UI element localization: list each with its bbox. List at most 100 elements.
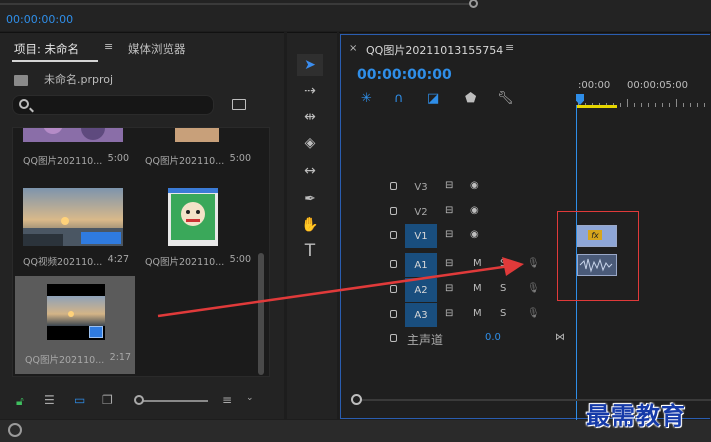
track-name[interactable]: A2 (405, 278, 437, 302)
sync-lock-icon[interactable]: ⊟ (445, 283, 453, 294)
clip-name: QQ图片202110... (145, 257, 225, 268)
ruler-tick (676, 99, 677, 107)
thumbnail-image (23, 128, 123, 142)
panel-menu-icon[interactable]: ≡ (104, 40, 113, 53)
clip-card-selected[interactable]: QQ图片202110... 2:17 (15, 276, 135, 374)
lock-icon[interactable] (390, 310, 397, 318)
track-name[interactable]: V1 (405, 224, 437, 248)
nest-icon[interactable]: ✳ (361, 91, 372, 106)
track-name[interactable]: V2 (405, 200, 437, 224)
source-timecode[interactable]: 00:00:00:00 (6, 13, 73, 26)
pen-tool-icon[interactable]: ✒ (297, 188, 323, 210)
selection-tool-icon[interactable]: ➤ (297, 54, 323, 76)
ruler-tick (634, 103, 635, 107)
master-label: 主声道 (407, 332, 444, 347)
panel-menu-icon[interactable]: ≡ (505, 41, 514, 54)
clip-card[interactable]: QQ图片202110... 5:00 (135, 188, 255, 274)
icon-view-icon[interactable]: ▭ (74, 393, 85, 407)
sync-lock-icon[interactable]: ⊟ (445, 258, 453, 269)
lock-icon[interactable] (390, 207, 397, 215)
bin-scrollbar[interactable] (258, 253, 264, 375)
track-name[interactable]: A1 (405, 253, 437, 277)
sync-lock-icon[interactable]: ⊟ (445, 205, 453, 216)
zoom-slider-knob[interactable] (134, 395, 144, 405)
track-name[interactable]: V3 (405, 175, 437, 199)
freeform-view-icon[interactable]: ❐ (102, 393, 113, 407)
zoom-slider[interactable] (140, 400, 208, 402)
lock-icon[interactable] (390, 285, 397, 293)
lock-icon[interactable] (390, 334, 397, 342)
track-row-a2: A2 ⊟ M S 🎙︎ (339, 278, 711, 302)
solo-button[interactable]: S (500, 258, 506, 269)
clip-duration: 5:00 (229, 254, 251, 265)
ruler-label: :00:00 (578, 80, 611, 91)
tab-project[interactable]: 项目: 未命名 (14, 41, 79, 57)
project-panel: 项目: 未命名 ≡ 媒体浏览器 未命名.prproj QQ图片202110...… (0, 32, 284, 419)
sequence-tab[interactable]: QQ图片20211013155754 (366, 42, 503, 58)
clip-thumbnail (168, 188, 218, 246)
add-marker-icon[interactable]: ⬟ (465, 91, 476, 106)
wrench-icon[interactable]: 🔧︎ (497, 91, 514, 106)
track-name[interactable]: A3 (405, 303, 437, 327)
clip-name: QQ视频202110... (23, 257, 103, 268)
mute-button[interactable]: M (473, 258, 482, 269)
work-area-bar[interactable] (576, 105, 617, 108)
ruler-tick (641, 103, 642, 107)
chevron-down-icon[interactable]: ⌄ (246, 393, 254, 403)
project-bin: QQ图片202110... 5:00 QQ图片202110... 5:00 QQ… (12, 127, 270, 377)
tab-media-browser[interactable]: 媒体浏览器 (128, 41, 186, 57)
clip-card[interactable]: QQ图片202110... 5:00 (13, 128, 133, 188)
sync-lock-icon[interactable]: ⊟ (445, 229, 453, 240)
scroll-knob[interactable] (469, 0, 478, 8)
master-volume[interactable]: 0.0 (485, 332, 501, 343)
thumbnail-image (168, 188, 218, 246)
status-icon[interactable] (8, 423, 22, 437)
video-audio-badge-icon (81, 232, 121, 244)
new-bin-icon[interactable] (232, 99, 246, 110)
eye-icon[interactable]: ◉ (470, 229, 479, 240)
close-icon[interactable]: × (349, 43, 357, 54)
time-ruler[interactable]: :00:00 00:00:05:00 (576, 77, 711, 107)
ruler-tick (662, 103, 663, 107)
project-file-name: 未命名.prproj (44, 73, 114, 86)
lock-icon[interactable] (390, 182, 397, 190)
slip-tool-icon[interactable]: ↔ (297, 160, 323, 182)
search-icon (19, 99, 29, 109)
sync-lock-icon[interactable]: ⊟ (445, 180, 453, 191)
track-row-a1: A1 ⊟ M S 🎙︎ (339, 253, 711, 277)
tools-panel: ➤ ⇢ ⇹ ◈ ↔ ✒ ✋ T (287, 32, 337, 419)
solo-button[interactable]: S (500, 283, 506, 294)
eye-icon[interactable]: ◉ (470, 180, 479, 191)
list-view-icon[interactable]: ☰ (44, 393, 55, 407)
lock-icon[interactable] (390, 260, 397, 268)
track-select-tool-icon[interactable]: ⇢ (297, 80, 323, 102)
mute-button[interactable]: M (473, 283, 482, 294)
linked-selection-icon[interactable]: ◪ (427, 91, 439, 106)
solo-button[interactable]: S (500, 308, 506, 319)
go-to-in-out-icon[interactable]: ⋈ (555, 332, 565, 343)
eye-icon[interactable]: ◉ (470, 205, 479, 216)
razor-tool-icon[interactable]: ◈ (297, 132, 323, 154)
lock-icon[interactable]: 🔓︎ (16, 394, 24, 409)
mic-icon[interactable]: 🎙︎ (527, 258, 540, 269)
track-row-v2: V2 ⊟ ◉ (339, 200, 711, 224)
clip-card[interactable]: QQ视频202110... 4:27 (13, 188, 133, 274)
track-row-v1: V1 ⊟ ◉ (339, 224, 711, 248)
sort-icon[interactable]: ≡ (222, 393, 232, 407)
timeline-timecode[interactable]: 00:00:00:00 (357, 67, 452, 83)
mic-icon[interactable]: 🎙︎ (527, 308, 540, 319)
hand-tool-icon[interactable]: ✋ (297, 214, 323, 236)
ruler-tick (669, 103, 670, 107)
sync-lock-icon[interactable]: ⊟ (445, 308, 453, 319)
mic-icon[interactable]: 🎙︎ (527, 283, 540, 294)
timeline-scroll-knob[interactable] (351, 394, 362, 405)
clip-card[interactable]: QQ图片202110... 5:00 (135, 128, 255, 188)
lock-icon[interactable] (390, 231, 397, 239)
snap-icon[interactable]: ∩ (394, 91, 404, 106)
mute-button[interactable]: M (473, 308, 482, 319)
search-input[interactable] (12, 95, 214, 115)
ripple-edit-tool-icon[interactable]: ⇹ (297, 106, 323, 128)
source-scrollbar[interactable] (0, 0, 711, 8)
type-tool-icon[interactable]: T (297, 240, 323, 262)
ruler-tick (627, 99, 628, 107)
